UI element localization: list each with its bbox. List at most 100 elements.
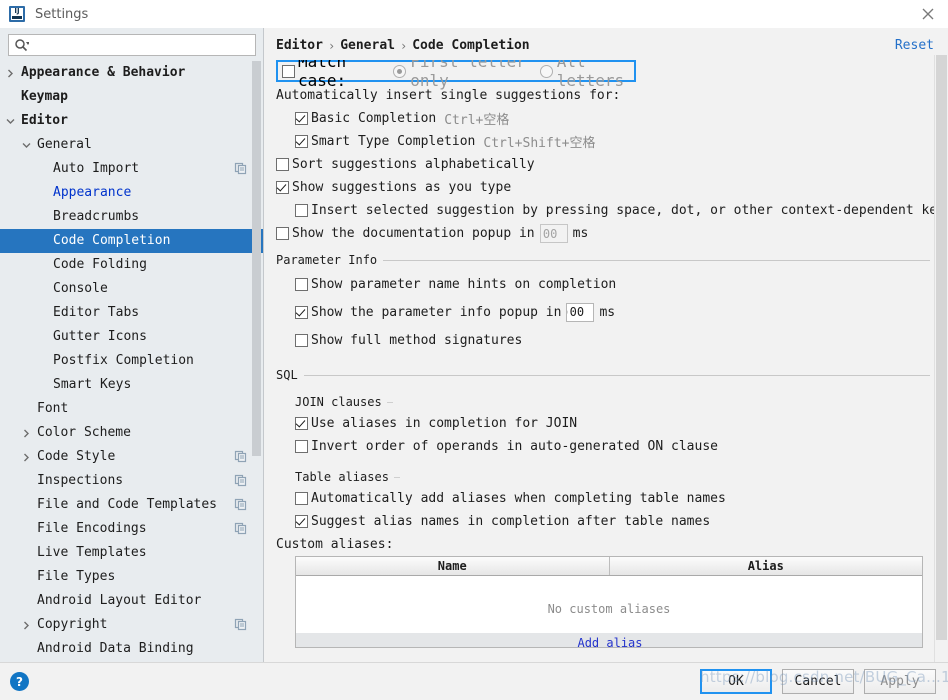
full-method-signatures-checkbox[interactable] bbox=[295, 334, 308, 347]
documentation-popup-delay-input[interactable]: )00 bbox=[540, 224, 568, 243]
copy-icon[interactable] bbox=[234, 162, 247, 175]
insert-selected-suggestion-row[interactable]: Insert selected suggestion by pressing s… bbox=[264, 199, 934, 222]
sidebar-item-editor[interactable]: Editor bbox=[0, 109, 263, 133]
add-alias-link[interactable]: Add alias bbox=[296, 633, 923, 648]
full-method-signatures-row[interactable]: Show full method signatures bbox=[264, 326, 934, 354]
parameter-info-popup-row[interactable]: Show the parameter info popup in )00 ms bbox=[264, 298, 934, 326]
sidebar-item-postfix-completion[interactable]: Postfix Completion bbox=[0, 349, 263, 373]
chevron-right-icon[interactable] bbox=[20, 427, 33, 440]
copy-icon[interactable] bbox=[234, 618, 247, 631]
sidebar-item-android-data-binding[interactable]: Android Data Binding bbox=[0, 637, 263, 661]
settings-tree[interactable]: Appearance & BehaviorKeymapEditor General… bbox=[0, 61, 263, 662]
basic-completion-checkbox[interactable] bbox=[295, 112, 308, 125]
sql-title: SQL bbox=[276, 368, 298, 382]
chevron-right-icon[interactable] bbox=[20, 619, 33, 632]
documentation-popup-checkbox[interactable] bbox=[276, 227, 289, 240]
sidebar-scrollbar-thumb[interactable] bbox=[252, 61, 261, 456]
invert-operands-row[interactable]: Invert order of operands in auto-generat… bbox=[264, 435, 934, 458]
apply-button[interactable]: Apply bbox=[864, 669, 936, 694]
use-aliases-join-checkbox[interactable] bbox=[295, 417, 308, 430]
insert-selected-suggestion-checkbox[interactable] bbox=[295, 204, 308, 217]
sidebar-item-label: Code Completion bbox=[53, 233, 170, 249]
help-icon[interactable]: ? bbox=[10, 672, 29, 691]
sidebar-item-code-completion[interactable]: Code Completion bbox=[0, 229, 263, 253]
table-header-row: Name Alias bbox=[296, 557, 922, 576]
smart-type-completion-checkbox[interactable] bbox=[295, 135, 308, 148]
ok-button[interactable]: OK bbox=[700, 669, 772, 694]
sidebar-item-android-layout-editor[interactable]: Android Layout Editor bbox=[0, 589, 263, 613]
column-header-alias[interactable]: Alias bbox=[610, 557, 923, 575]
suggest-alias-names-checkbox[interactable] bbox=[295, 515, 308, 528]
sidebar-item-editor-tabs[interactable]: Editor Tabs bbox=[0, 301, 263, 325]
sidebar-item-copyright[interactable]: Copyright bbox=[0, 613, 263, 637]
table-aliases-subheader: Table aliases bbox=[295, 470, 934, 484]
auto-add-aliases-checkbox[interactable] bbox=[295, 492, 308, 505]
smart-type-completion-label: Smart Type Completion bbox=[311, 134, 475, 149]
parameter-name-hints-row[interactable]: Show parameter name hints on completion bbox=[264, 270, 934, 298]
reset-link[interactable]: Reset bbox=[895, 38, 934, 53]
parameter-info-popup-label: Show the parameter info popup in bbox=[311, 305, 561, 320]
sort-suggestions-row[interactable]: Sort suggestions alphabetically bbox=[264, 153, 934, 176]
match-case-checkbox[interactable] bbox=[282, 65, 295, 78]
chevron-down-icon[interactable] bbox=[20, 139, 33, 152]
first-letter-only-radio[interactable] bbox=[393, 65, 406, 78]
sidebar-scrollbar[interactable] bbox=[253, 61, 262, 662]
sidebar-item-gutter-icons[interactable]: Gutter Icons bbox=[0, 325, 263, 349]
show-suggestions-row[interactable]: Show suggestions as you type bbox=[264, 176, 934, 199]
basic-completion-row[interactable]: Basic Completion Ctrl+空格 bbox=[264, 107, 934, 130]
auto-add-aliases-row[interactable]: Automatically add aliases when completin… bbox=[264, 487, 934, 510]
sidebar-item-font[interactable]: Font bbox=[0, 397, 263, 421]
breadcrumb-part-editor[interactable]: Editor bbox=[276, 38, 323, 53]
copy-icon[interactable] bbox=[234, 522, 247, 535]
sidebar-item-inspections[interactable]: Inspections bbox=[0, 469, 263, 493]
chevron-right-icon[interactable] bbox=[20, 451, 33, 464]
sidebar-item-file-types[interactable]: File Types bbox=[0, 565, 263, 589]
match-case-row[interactable]: Match case: First letter only All letter… bbox=[276, 60, 636, 82]
chevron-down-icon[interactable] bbox=[4, 115, 17, 128]
chevron-right-icon[interactable] bbox=[4, 67, 17, 80]
suggest-alias-names-row[interactable]: Suggest alias names in completion after … bbox=[264, 510, 934, 533]
copy-icon[interactable] bbox=[234, 450, 247, 463]
sidebar-item-code-style[interactable]: Code Style bbox=[0, 445, 263, 469]
settings-dialog: Settings Appearance & Behavi bbox=[0, 0, 948, 700]
sidebar-item-appearance-behavior[interactable]: Appearance & Behavior bbox=[0, 61, 263, 85]
smart-type-completion-row[interactable]: Smart Type Completion Ctrl+Shift+空格 bbox=[264, 130, 934, 153]
sidebar-item-console[interactable]: Console bbox=[0, 277, 263, 301]
sidebar-item-auto-import[interactable]: Auto Import bbox=[0, 157, 263, 181]
search-box[interactable] bbox=[8, 34, 256, 56]
sidebar-item-general[interactable]: General bbox=[0, 133, 263, 157]
use-aliases-join-row[interactable]: Use aliases in completion for JOIN bbox=[264, 412, 934, 435]
parameter-info-popup-checkbox[interactable] bbox=[295, 306, 308, 319]
parameter-info-delay-input[interactable]: )00 bbox=[566, 303, 594, 322]
sidebar-item-code-folding[interactable]: Code Folding bbox=[0, 253, 263, 277]
sidebar-item-label: Code Folding bbox=[53, 257, 147, 273]
all-letters-radio[interactable] bbox=[540, 65, 553, 78]
show-suggestions-checkbox[interactable] bbox=[276, 181, 289, 194]
content-scrollbar[interactable] bbox=[934, 55, 948, 662]
breadcrumb-part-general[interactable]: General bbox=[340, 38, 395, 53]
copy-icon[interactable] bbox=[234, 474, 247, 487]
sidebar-item-smart-keys[interactable]: Smart Keys bbox=[0, 373, 263, 397]
breadcrumb-separator-icon: › bbox=[328, 39, 335, 53]
sidebar-item-live-templates[interactable]: Live Templates bbox=[0, 541, 263, 565]
search-input[interactable] bbox=[31, 35, 255, 55]
documentation-popup-unit: ms bbox=[573, 226, 589, 241]
cancel-button[interactable]: Cancel bbox=[782, 669, 854, 694]
sort-suggestions-checkbox[interactable] bbox=[276, 158, 289, 171]
documentation-popup-row[interactable]: Show the documentation popup in )00 ms bbox=[264, 222, 934, 245]
sidebar-item-file-encodings[interactable]: File Encodings bbox=[0, 517, 263, 541]
sidebar-item-label: General bbox=[37, 137, 92, 153]
close-icon[interactable] bbox=[920, 6, 936, 22]
sidebar-item-keymap[interactable]: Keymap bbox=[0, 85, 263, 109]
sidebar-item-breadcrumbs[interactable]: Breadcrumbs bbox=[0, 205, 263, 229]
invert-operands-checkbox[interactable] bbox=[295, 440, 308, 453]
sidebar-item-file-and-code-templates[interactable]: File and Code Templates bbox=[0, 493, 263, 517]
custom-aliases-table[interactable]: Name Alias No custom aliases Add alias bbox=[295, 556, 923, 648]
sidebar-item-label: Postfix Completion bbox=[53, 353, 194, 369]
copy-icon[interactable] bbox=[234, 498, 247, 511]
parameter-name-hints-checkbox[interactable] bbox=[295, 278, 308, 291]
sidebar-item-appearance[interactable]: Appearance bbox=[0, 181, 263, 205]
column-header-name[interactable]: Name bbox=[296, 557, 610, 575]
sidebar-item-color-scheme[interactable]: Color Scheme bbox=[0, 421, 263, 445]
content-scrollbar-thumb[interactable] bbox=[936, 55, 947, 640]
